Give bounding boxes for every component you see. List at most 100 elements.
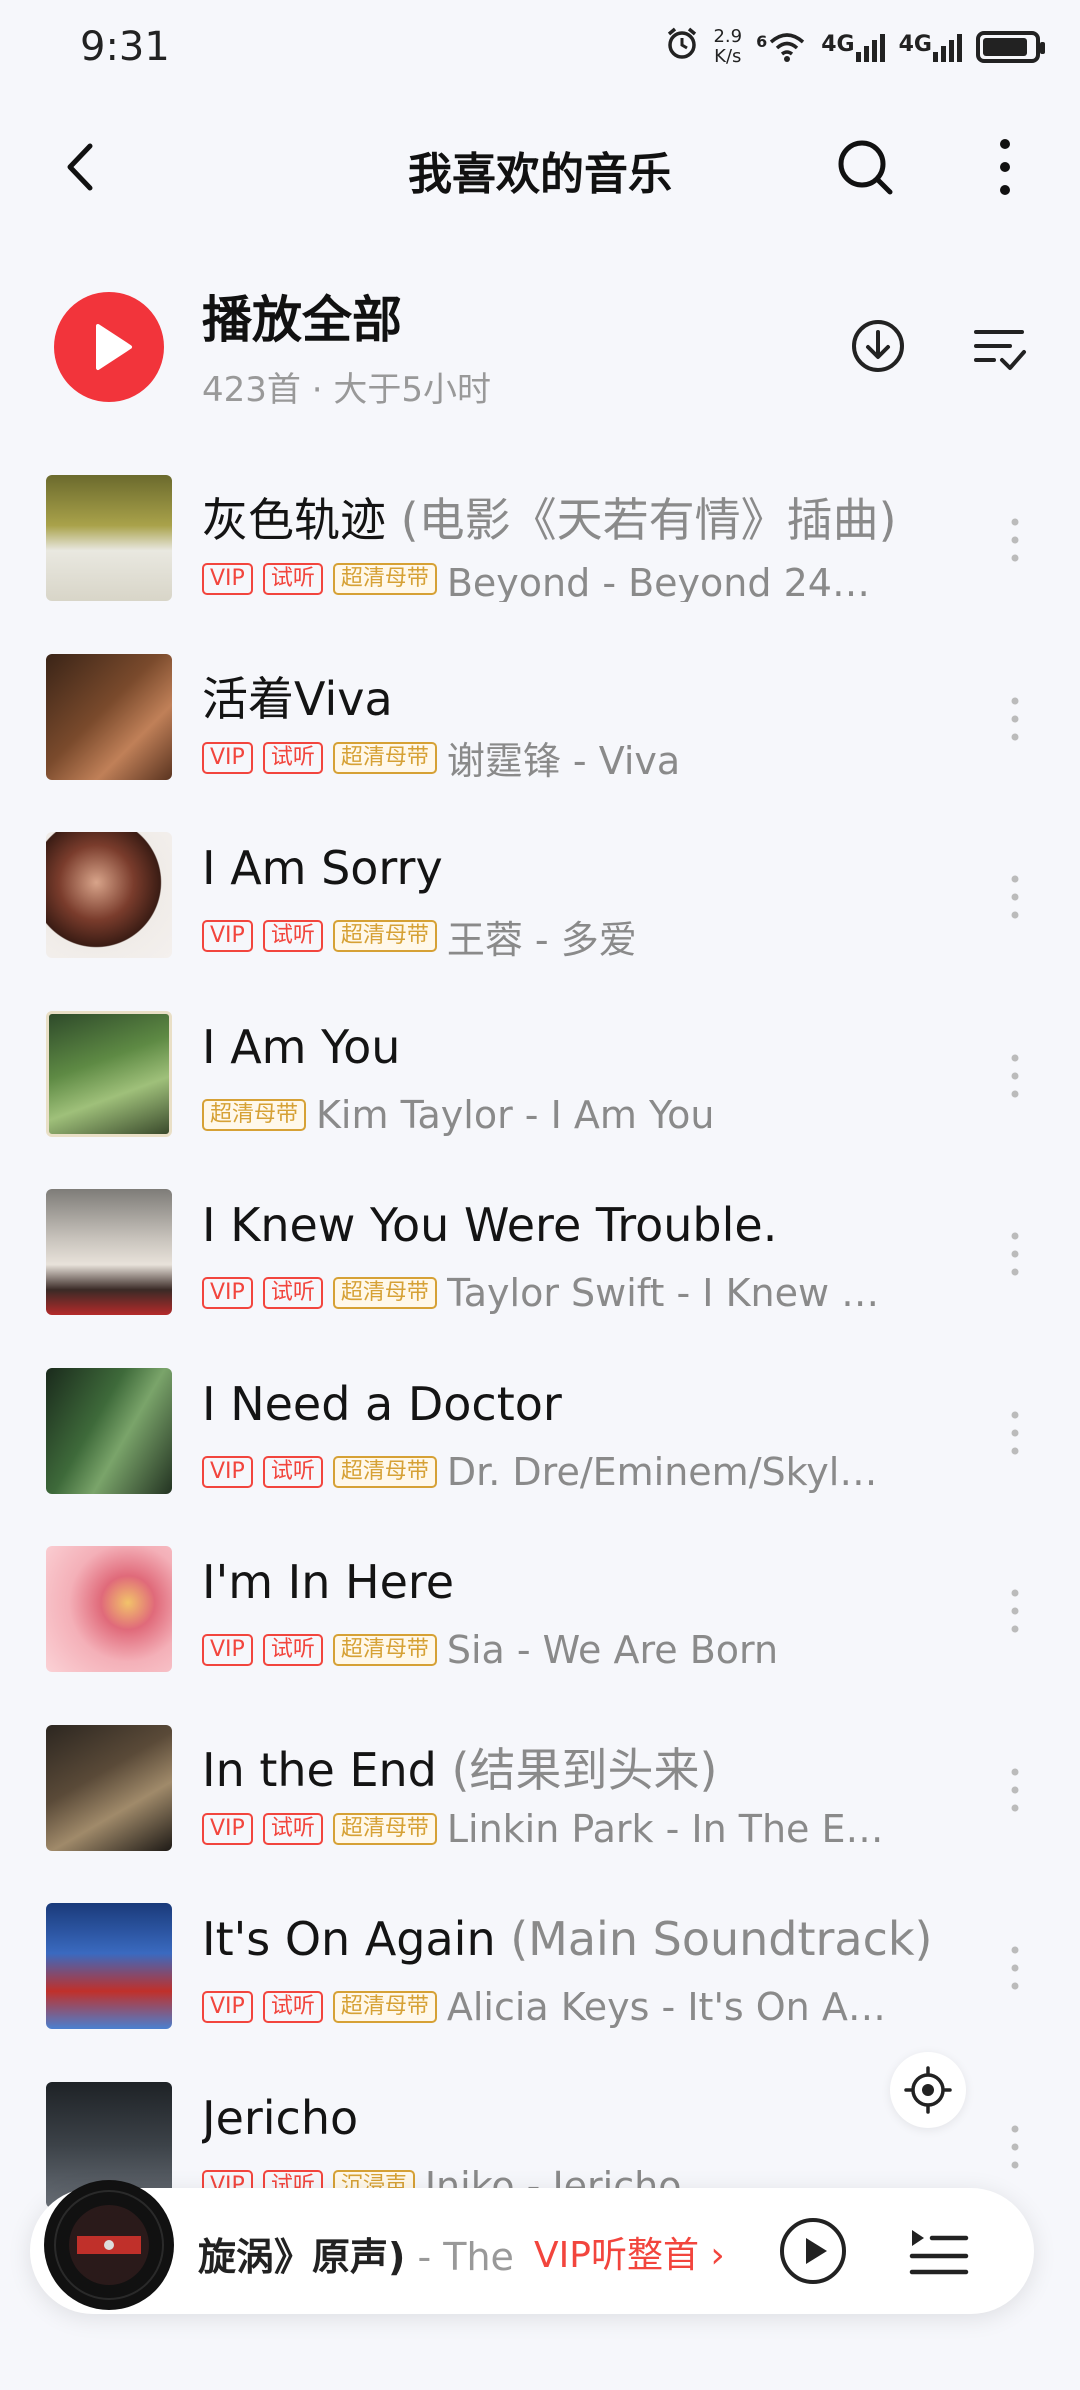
song-more-button[interactable] (995, 1226, 1035, 1282)
more-vertical-icon (1011, 875, 1019, 919)
album-cover (46, 1903, 172, 2029)
hq-badge: 超清母带 (332, 1991, 437, 2023)
song-title: I Am You (202, 1019, 401, 1074)
locate-icon (904, 2066, 952, 2114)
more-vertical-icon (1011, 518, 1019, 562)
song-row[interactable]: I Am You 超清母带 Kim Taylor - I Am You (0, 986, 1080, 1165)
search-icon (838, 140, 893, 195)
play-all-subtitle: 423首 · 大于5小时 (202, 370, 491, 410)
more-vertical-icon (1011, 1411, 1019, 1454)
song-title: In the End (结果到头来) (202, 1742, 718, 1797)
song-title: I Need a Doctor (202, 1376, 562, 1431)
more-vertical-icon (1011, 1054, 1019, 1097)
album-cover (46, 475, 172, 601)
song-meta: VIP 试听 超清母带 Alicia Keys - It's On Again (202, 1984, 892, 2030)
playlist-button[interactable] (906, 2218, 972, 2284)
wifi-icon: 6 (756, 32, 807, 62)
song-more-button[interactable] (995, 1762, 1035, 1818)
song-more-button[interactable] (995, 1583, 1035, 1639)
vip-badge: VIP (202, 1634, 253, 1666)
mini-player[interactable]: 旋涡》原声) - The VIP听整首 › (30, 2180, 1034, 2314)
song-artist: Kim Taylor - I Am You (316, 1092, 715, 1137)
hq-badge: 超清母带 (332, 1812, 437, 1845)
song-row[interactable]: In the End (结果到头来) VIP 试听 超清母带 Linkin Pa… (0, 1700, 1080, 1879)
page-title: 我喜欢的音乐 (408, 149, 672, 200)
multi-select-button[interactable] (970, 318, 1030, 378)
hq-badge: 超清母带 (202, 1098, 307, 1131)
vip-full-song-link[interactable]: VIP听整首 › (534, 2226, 725, 2278)
song-more-button[interactable] (995, 1940, 1035, 1996)
song-artist: Linkin Park - In The End (446, 1806, 892, 1851)
hq-badge: 超清母带 (332, 741, 437, 774)
playlist-icon (909, 2230, 969, 2275)
top-app-bar: 我喜欢的音乐 (0, 112, 1080, 222)
song-row[interactable]: 活着Viva VIP 试听 超清母带 谢霆锋 - Viva (0, 629, 1080, 808)
song-meta: VIP 试听 超清母带 谢霆锋 - Viva (202, 735, 892, 781)
song-row[interactable]: It's On Again (Main Soundtrack) VIP 试听 超… (0, 1878, 1080, 2057)
song-more-button[interactable] (995, 869, 1035, 925)
song-row[interactable]: I Need a Doctor VIP 试听 超清母带 Dr. Dre/Emin… (0, 1343, 1080, 1522)
song-more-button[interactable] (995, 512, 1035, 568)
mini-play-button[interactable] (778, 2216, 848, 2286)
hq-badge: 超清母带 (332, 1455, 437, 1488)
download-button[interactable] (848, 316, 908, 376)
play-all-button[interactable] (54, 292, 164, 402)
network-speed: 2.9 K/s (713, 25, 743, 67)
vip-badge: VIP (202, 563, 253, 595)
search-button[interactable] (830, 132, 900, 202)
song-more-button[interactable] (995, 1048, 1035, 1104)
vip-badge: VIP (202, 1812, 253, 1845)
battery-icon (976, 30, 1045, 63)
vip-badge: VIP (202, 1455, 253, 1488)
locate-current-song-button[interactable] (890, 2052, 966, 2128)
alarm-icon (665, 26, 699, 67)
more-vertical-icon (1011, 1946, 1019, 1990)
album-cover (46, 1189, 172, 1315)
song-meta: VIP 试听 超清母带 Taylor Swift - I Knew You We… (202, 1270, 892, 1316)
vinyl-disc-icon (45, 2181, 173, 2309)
song-row[interactable]: I'm In Here VIP 试听 超清母带 Sia - We Are Bor… (0, 1521, 1080, 1700)
play-all-row: 播放全部 423首 · 大于5小时 (0, 270, 1080, 420)
song-row[interactable]: I Knew You Were Trouble. VIP 试听 超清母带 Tay… (0, 1164, 1080, 1343)
speed-value: 2.9 (713, 25, 743, 47)
song-row[interactable]: 灰色轨迹 (电影《天若有情》插曲) VIP 试听 超清母带 Beyond - B… (0, 450, 1080, 629)
sim2-label: 4G (898, 31, 932, 57)
hq-badge: 超清母带 (332, 1634, 437, 1666)
sim1-label: 4G (821, 31, 855, 57)
status-bar: 9:31 2.9 K/s 6 4G 4G (0, 0, 1080, 100)
song-artist: 王蓉 - 多爱 (446, 917, 637, 960)
album-cover (46, 1367, 172, 1494)
song-more-button[interactable] (995, 691, 1035, 747)
more-vertical-icon (1000, 139, 1010, 195)
song-more-button[interactable] (995, 2119, 1035, 2175)
song-title: 灰色轨迹 (电影《天若有情》插曲) (202, 493, 897, 547)
more-options-button[interactable] (975, 132, 1035, 202)
song-meta: 超清母带 Kim Taylor - I Am You (202, 1092, 892, 1138)
now-playing-text[interactable]: 旋涡》原声) - The (198, 2226, 528, 2281)
song-title: I'm In Here (202, 1555, 455, 1609)
play-all-label[interactable]: 播放全部 (202, 280, 402, 352)
song-artist: Alicia Keys - It's On Again (446, 1985, 892, 2029)
song-title: 活着Viva (202, 671, 393, 726)
speed-unit: K/s (714, 45, 742, 67)
multi-select-icon (974, 330, 1026, 370)
song-row[interactable]: I Am Sorry VIP 试听 超清母带 王蓉 - 多爱 (0, 807, 1080, 986)
vip-badge: VIP (202, 920, 253, 952)
signal-icon-2: 4G (899, 32, 962, 62)
trial-badge: 试听 (262, 563, 323, 595)
song-artist: Sia - We Are Born (446, 1628, 779, 1672)
trial-badge: 试听 (262, 741, 323, 774)
more-vertical-icon (1011, 1232, 1019, 1276)
trial-badge: 试听 (262, 920, 323, 952)
more-vertical-icon (1011, 1589, 1019, 1633)
song-more-button[interactable] (995, 1405, 1035, 1461)
trial-badge: 试听 (262, 1634, 323, 1666)
hq-badge: 超清母带 (332, 1277, 437, 1309)
song-artist: Dr. Dre/Eminem/Skylar Grey - I Need a Do… (446, 1449, 892, 1494)
song-list: 灰色轨迹 (电影《天若有情》插曲) VIP 试听 超清母带 Beyond - B… (0, 450, 1080, 2235)
now-playing-disc[interactable] (44, 2180, 174, 2310)
vip-badge: VIP (202, 1991, 253, 2023)
album-cover (46, 1546, 172, 1672)
more-vertical-icon (1011, 1768, 1019, 1811)
song-meta: VIP 试听 超清母带 Linkin Park - In The End (202, 1806, 892, 1852)
